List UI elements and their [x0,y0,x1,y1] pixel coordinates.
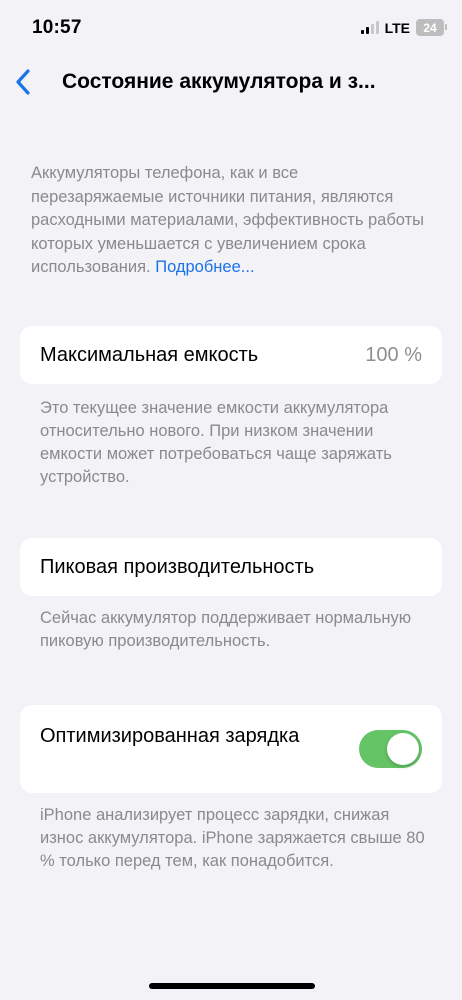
status-indicators: LTE 24 [360,19,447,36]
status-time: 10:57 [32,17,82,38]
battery-percentage: 24 [423,20,437,35]
page-title: Состояние аккумулятора и з... [62,70,376,93]
max-capacity-value: 100 % [365,344,422,366]
chevron-left-icon [16,69,30,95]
learn-more-link[interactable]: Подробнее... [155,258,254,276]
toggle-knob [387,733,419,765]
max-capacity-footnote: Это текущее значение емкости аккумулятор… [40,399,392,486]
optimized-charging-label: Оптимизированная зарядка [40,725,300,747]
home-indicator[interactable] [149,983,315,989]
battery-health-screen: 10:57 LTE 24 Состояние аккумулятора и з.… [0,0,462,1000]
cellular-signal-icon [360,21,379,34]
peak-performance-footnote: Сейчас аккумулятор поддерживает нормальн… [40,609,412,650]
peak-performance-row: Пиковая производительность [20,538,442,596]
optimized-charging-toggle[interactable] [359,730,422,768]
max-capacity-label: Максимальная емкость [40,344,259,366]
back-button[interactable] [8,64,38,100]
optimized-charging-footnote: iPhone анализирует процесс зарядки, сниж… [40,806,425,870]
battery-icon: 24 [416,19,447,36]
navigation-bar: Состояние аккумулятора и з... [0,58,462,108]
intro-description: Аккумуляторы телефона, как и все перезар… [31,162,431,280]
status-bar: 10:57 LTE 24 [0,0,462,58]
max-capacity-row: Максимальная емкость 100 % [20,326,442,384]
peak-performance-label: Пиковая производительность [40,556,315,578]
optimized-charging-row: Оптимизированная зарядка [20,705,442,793]
network-type: LTE [384,19,410,36]
